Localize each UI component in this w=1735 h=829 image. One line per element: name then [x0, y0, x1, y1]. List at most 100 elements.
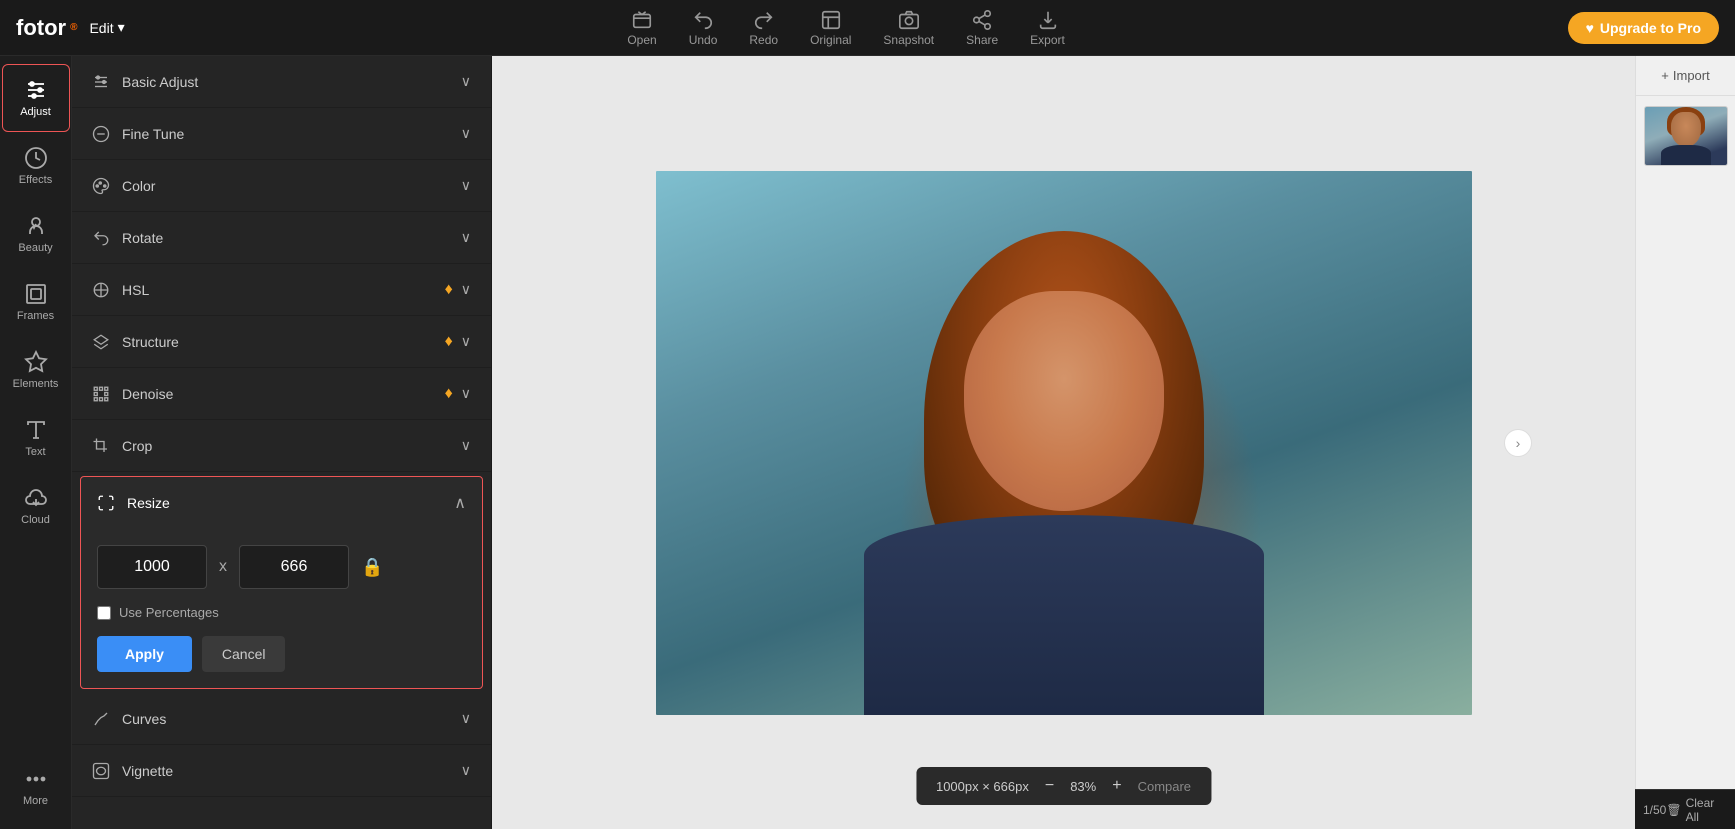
- import-button[interactable]: + Import: [1636, 56, 1735, 96]
- zoom-in-button[interactable]: +: [1112, 777, 1121, 795]
- denoise-pro-badge: ♦: [445, 385, 453, 403]
- topbar-actions: Open Undo Redo Original Snapshot Share: [125, 9, 1568, 47]
- color-chevron: ∨: [461, 177, 471, 194]
- vignette-label: Vignette: [122, 763, 173, 779]
- edit-menu[interactable]: Edit ▾: [89, 19, 124, 36]
- clear-all-button[interactable]: 🗑 Clear All: [1666, 796, 1727, 824]
- resize-panel: Resize ∧ x 🔒 Use Percentages Apply Cance: [80, 476, 483, 689]
- resize-x-separator: x: [219, 558, 227, 576]
- heart-icon: ♥: [1586, 20, 1594, 36]
- edit-label: Edit: [89, 20, 113, 36]
- canvas-area: 1000px × 666px − 83% + Compare ›: [492, 56, 1635, 829]
- open-label: Open: [627, 33, 656, 47]
- share-action[interactable]: Share: [966, 9, 998, 47]
- panel-fine-tune[interactable]: Fine Tune ∨: [72, 108, 491, 160]
- adjust-label: Adjust: [20, 106, 51, 118]
- fine-tune-label: Fine Tune: [122, 126, 184, 142]
- text-label: Text: [25, 446, 45, 458]
- sidebar-item-adjust[interactable]: Adjust: [2, 64, 70, 132]
- icon-sidebar: Adjust Effects Beauty Frames Elements Te…: [0, 56, 72, 829]
- panel-hsl-left: HSL: [92, 281, 149, 299]
- upgrade-button[interactable]: ♥ Upgrade to Pro: [1568, 12, 1719, 44]
- structure-pro-badge: ♦: [445, 333, 453, 351]
- sidebar-item-frames[interactable]: Frames: [2, 268, 70, 336]
- original-label: Original: [810, 33, 851, 47]
- panel-sidebar: Basic Adjust ∨ Fine Tune ∨ Color ∨ Rotat…: [72, 56, 492, 829]
- face-overlay: [964, 291, 1164, 511]
- open-action[interactable]: Open: [627, 9, 656, 47]
- structure-chevron: ∨: [461, 333, 471, 350]
- panel-structure[interactable]: Structure ♦ ∨: [72, 316, 491, 368]
- sidebar-item-elements[interactable]: Elements: [2, 336, 70, 404]
- panel-color[interactable]: Color ∨: [72, 160, 491, 212]
- sidebar-item-more[interactable]: More: [2, 753, 70, 821]
- effects-label: Effects: [19, 174, 52, 186]
- panel-fine-tune-left: Fine Tune: [92, 125, 184, 143]
- panel-denoise[interactable]: Denoise ♦ ∨: [72, 368, 491, 420]
- status-bar: 1000px × 666px − 83% + Compare: [916, 767, 1211, 805]
- undo-label: Undo: [689, 33, 718, 47]
- resize-width-input[interactable]: [97, 545, 207, 589]
- hsl-chevron: ∨: [461, 281, 471, 298]
- cloud-label: Cloud: [21, 514, 50, 526]
- expand-panel-button[interactable]: ›: [1504, 429, 1532, 457]
- export-action[interactable]: Export: [1030, 9, 1065, 47]
- sidebar-item-cloud[interactable]: Cloud: [2, 472, 70, 540]
- panel-rotate-left: Rotate: [92, 229, 163, 247]
- basic-adjust-chevron: ∨: [461, 73, 471, 90]
- trash-icon: 🗑: [1666, 803, 1681, 817]
- shirt-overlay: [864, 515, 1264, 715]
- frames-label: Frames: [17, 310, 54, 322]
- panel-vignette[interactable]: Vignette ∨: [72, 745, 491, 797]
- resize-panel-body: x 🔒 Use Percentages Apply Cancel: [81, 529, 482, 688]
- panel-hsl[interactable]: HSL ♦ ∨: [72, 264, 491, 316]
- use-percentages-checkbox[interactable]: [97, 606, 111, 620]
- curves-label: Curves: [122, 711, 166, 727]
- redo-action[interactable]: Redo: [749, 9, 778, 47]
- panel-vignette-left: Vignette: [92, 762, 173, 780]
- panel-crop[interactable]: Crop ∨: [72, 420, 491, 472]
- rotate-chevron: ∨: [461, 229, 471, 246]
- plus-icon: +: [1661, 68, 1669, 83]
- hsl-pro-badge: ♦: [445, 281, 453, 299]
- denoise-chevron: ∨: [461, 385, 471, 402]
- panel-basic-adjust-left: Basic Adjust: [92, 73, 198, 91]
- logo-dot: ®: [70, 22, 77, 33]
- panel-structure-left: Structure: [92, 333, 179, 351]
- logo-text: fotor: [16, 15, 66, 41]
- resize-title: Resize: [127, 495, 170, 511]
- resize-inputs: x 🔒: [97, 545, 466, 589]
- image-thumbnail[interactable]: [1644, 106, 1728, 166]
- crop-chevron: ∨: [461, 437, 471, 454]
- redo-label: Redo: [749, 33, 778, 47]
- panel-denoise-left: Denoise: [92, 385, 173, 403]
- sidebar-item-beauty[interactable]: Beauty: [2, 200, 70, 268]
- lock-icon[interactable]: 🔒: [361, 557, 383, 578]
- panel-curves[interactable]: Curves ∨: [72, 693, 491, 745]
- elements-label: Elements: [13, 378, 59, 390]
- sidebar-item-effects[interactable]: Effects: [2, 132, 70, 200]
- snapshot-label: Snapshot: [883, 33, 934, 47]
- zoom-out-button[interactable]: −: [1045, 777, 1054, 795]
- snapshot-action[interactable]: Snapshot: [883, 9, 934, 47]
- thumbnail-face: [1671, 112, 1701, 147]
- panel-rotate[interactable]: Rotate ∨: [72, 212, 491, 264]
- sidebar-item-text[interactable]: Text: [2, 404, 70, 472]
- zoom-level: 83%: [1070, 779, 1096, 794]
- right-panel: + Import: [1635, 56, 1735, 829]
- hsl-label: HSL: [122, 282, 149, 298]
- resize-panel-header[interactable]: Resize ∧: [81, 477, 482, 529]
- compare-button[interactable]: Compare: [1138, 779, 1191, 794]
- panel-curves-left: Curves: [92, 710, 166, 728]
- resize-height-input[interactable]: [239, 545, 349, 589]
- structure-label: Structure: [122, 334, 179, 350]
- panel-basic-adjust[interactable]: Basic Adjust ∨: [72, 56, 491, 108]
- original-action[interactable]: Original: [810, 9, 851, 47]
- undo-action[interactable]: Undo: [689, 9, 718, 47]
- color-label: Color: [122, 178, 155, 194]
- panel-color-left: Color: [92, 177, 155, 195]
- share-label: Share: [966, 33, 998, 47]
- topbar-right: ♥ Upgrade to Pro: [1568, 12, 1719, 44]
- cancel-button[interactable]: Cancel: [202, 636, 286, 672]
- apply-button[interactable]: Apply: [97, 636, 192, 672]
